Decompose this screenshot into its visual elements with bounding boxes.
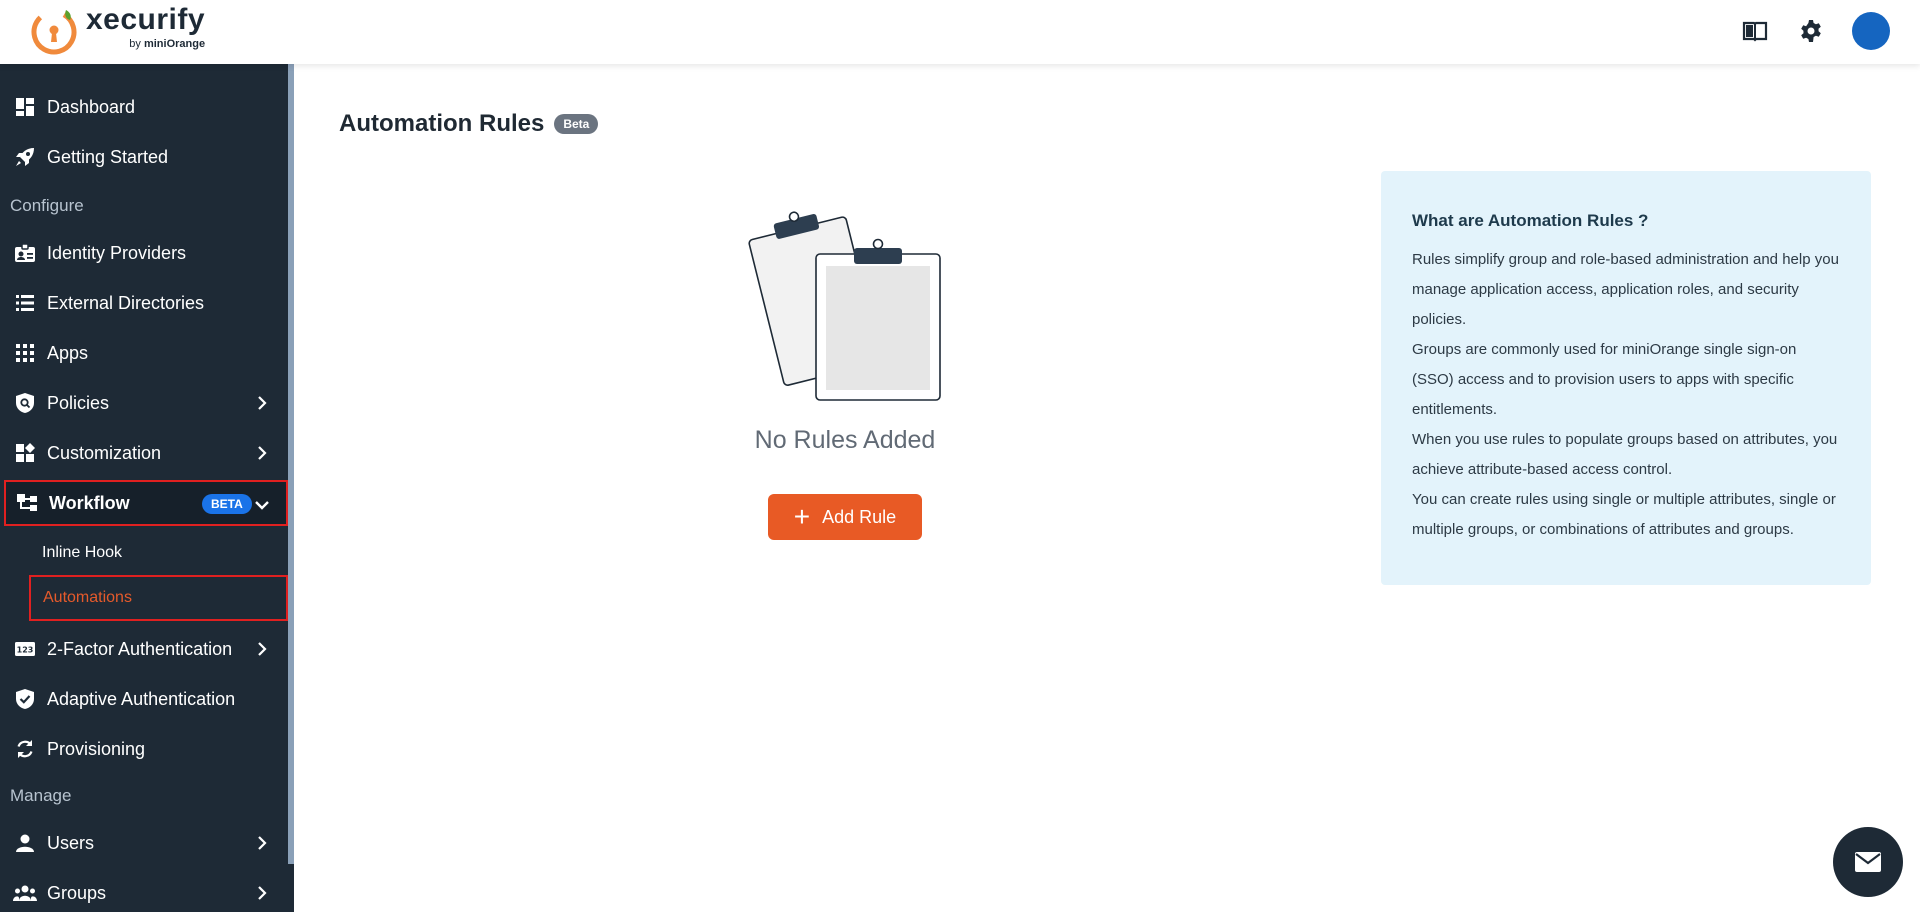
- verified-shield-icon: [13, 687, 37, 711]
- brand-org: miniOrange: [143, 38, 206, 50]
- sidebar-item-identity-providers[interactable]: Identity Providers: [0, 230, 288, 276]
- sidebar: Dashboard Getting Started Configure Iden…: [0, 64, 294, 912]
- title-beta-badge: Beta: [554, 114, 599, 134]
- brand-name: xecurify: [86, 3, 206, 36]
- chevron-down-icon: [255, 501, 269, 510]
- sidebar-item-label: Policies: [47, 392, 110, 413]
- sidebar-item-label: Apps: [47, 342, 89, 363]
- plus-icon: +: [793, 501, 811, 532]
- chevron-right-icon: [258, 886, 267, 900]
- sidebar-item-label: Provisioning: [47, 738, 146, 759]
- sidebar-item-external-directories[interactable]: External Directories: [0, 280, 288, 326]
- sidebar-item-groups[interactable]: Groups: [0, 870, 288, 912]
- sidebar-item-label: 2-Factor Authentication: [47, 638, 233, 659]
- sidebar-item-adaptive-authentication[interactable]: Adaptive Authentication: [0, 676, 288, 722]
- sidebar-item-2fa[interactable]: 123 2-Factor Authentication: [0, 626, 288, 672]
- person-icon: [13, 831, 37, 855]
- sidebar-item-label: External Directories: [47, 292, 205, 313]
- sidebar-item-label: Workflow: [49, 492, 130, 513]
- brand-byline: by miniOrange: [86, 38, 205, 50]
- sidebar-item-label: Dashboard: [47, 96, 136, 117]
- sidebar-item-label: Customization: [47, 442, 162, 463]
- info-paragraph: When you use rules to populate groups ba…: [1412, 431, 1838, 478]
- workflow-tree-icon: [15, 491, 39, 515]
- id-card-icon: [13, 241, 37, 265]
- contact-mail-button[interactable]: [1833, 827, 1903, 897]
- top-bar: xecurify by miniOrange: [0, 0, 1920, 64]
- rocket-icon: [13, 145, 37, 169]
- brand-by: by: [129, 38, 141, 50]
- empty-state-text: No Rules Added: [754, 426, 936, 454]
- sidebar-item-label: Groups: [47, 882, 107, 903]
- docs-book-icon[interactable]: [1740, 16, 1770, 46]
- group-people-icon: [13, 881, 37, 905]
- beta-badge: BETA: [202, 494, 252, 514]
- sidebar-item-workflow[interactable]: Workflow BETA: [4, 480, 288, 526]
- sidebar-item-label: Users: [47, 832, 95, 853]
- xecurify-logo-icon: [31, 9, 77, 55]
- info-card: What are Automation Rules ? Rules simpli…: [1381, 171, 1871, 585]
- apps-grid-icon: [13, 341, 37, 365]
- add-rule-label: Add Rule: [822, 506, 897, 527]
- add-rule-button[interactable]: + Add Rule: [768, 494, 922, 540]
- chevron-right-icon: [258, 642, 267, 656]
- info-paragraph: Rules simplify group and role-based admi…: [1412, 251, 1839, 328]
- widgets-icon: [13, 441, 37, 465]
- sidebar-item-apps[interactable]: Apps: [0, 330, 288, 376]
- sidebar-item-provisioning[interactable]: Provisioning: [0, 726, 288, 772]
- user-avatar[interactable]: [1852, 12, 1890, 50]
- sidebar-item-label: Identity Providers: [47, 242, 187, 263]
- sidebar-item-label: Getting Started: [47, 146, 169, 167]
- sidebar-item-label: Adaptive Authentication: [47, 688, 236, 709]
- dashboard-icon: [13, 95, 37, 119]
- sidebar-item-dashboard[interactable]: Dashboard: [0, 84, 288, 130]
- chevron-right-icon: [258, 836, 267, 850]
- sidebar-item-customization[interactable]: Customization: [0, 430, 288, 476]
- sidebar-scrollbar[interactable]: [288, 64, 294, 864]
- sidebar-subitem-inline-hook[interactable]: Inline Hook: [42, 544, 122, 562]
- sidebar-item-getting-started[interactable]: Getting Started: [0, 134, 288, 180]
- svg-text:123: 123: [17, 646, 34, 655]
- info-title: What are Automation Rules ?: [1412, 211, 1649, 230]
- list-icon: [13, 291, 37, 315]
- section-manage: Manage: [10, 786, 72, 805]
- sidebar-item-users[interactable]: Users: [0, 820, 288, 866]
- sidebar-item-policies[interactable]: Policies: [0, 380, 288, 426]
- page-title: Automation Rules: [339, 110, 545, 137]
- empty-clipboard-illustration-icon: [748, 211, 941, 401]
- section-configure: Configure: [10, 196, 84, 215]
- info-paragraph: You can create rules using single or mul…: [1412, 491, 1836, 538]
- chevron-right-icon: [258, 396, 267, 410]
- shield-search-icon: [13, 391, 37, 415]
- settings-gear-icon[interactable]: [1796, 16, 1826, 46]
- sync-icon: [13, 737, 37, 761]
- mail-icon: [1855, 852, 1881, 872]
- info-paragraph: Groups are commonly used for miniOrange …: [1412, 341, 1797, 418]
- chevron-right-icon: [258, 446, 267, 460]
- pin-123-icon: 123: [13, 637, 37, 661]
- brand-logo[interactable]: xecurify by miniOrange: [28, 4, 205, 56]
- page-title-row: Automation Rules Beta: [339, 110, 599, 138]
- sidebar-subitem-automations[interactable]: Automations: [29, 575, 288, 621]
